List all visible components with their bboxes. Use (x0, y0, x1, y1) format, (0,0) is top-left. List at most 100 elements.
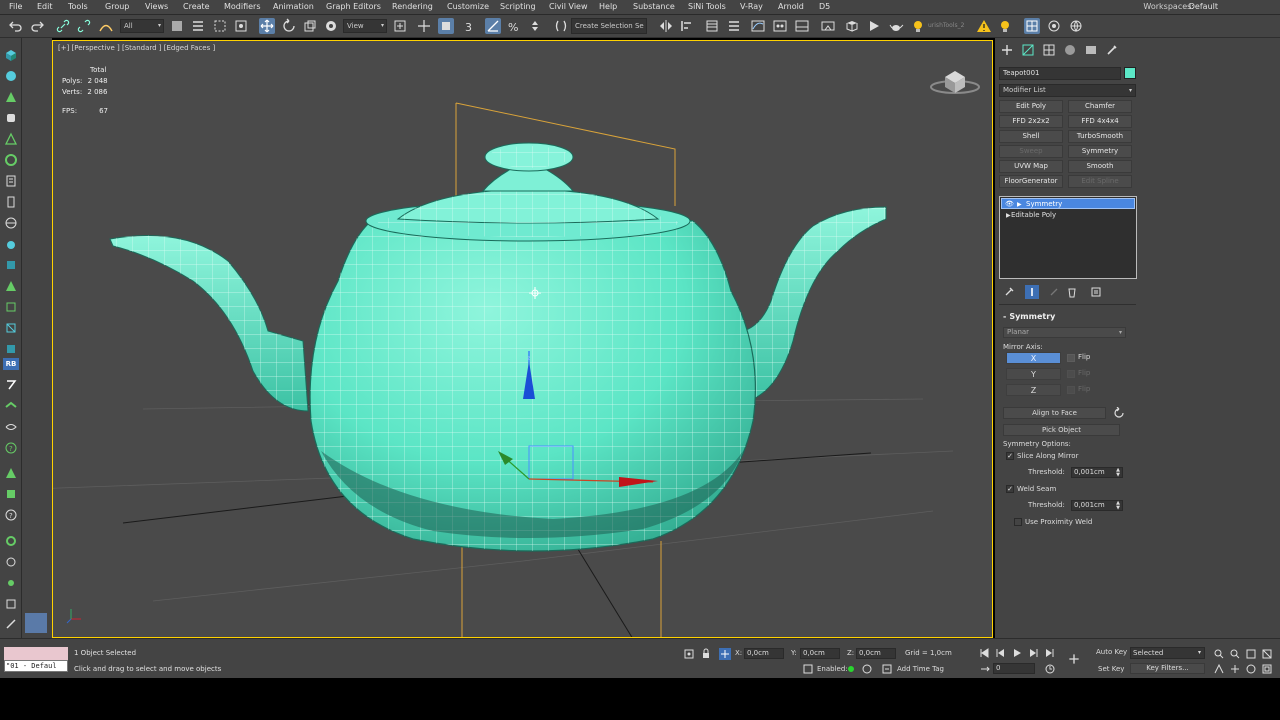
stack-item-symmetry[interactable]: 👁 ▶ Symmetry (1001, 198, 1135, 209)
axis-y-button[interactable]: Y (1006, 368, 1061, 380)
refresh-icon[interactable] (1113, 406, 1125, 419)
set-key-plus-icon[interactable] (1068, 653, 1086, 671)
remove-modifier-icon[interactable] (1065, 285, 1079, 299)
key-selection-dropdown[interactable]: Selected ▾ (1130, 647, 1205, 659)
z-coordinate-field[interactable]: 0,0cm (856, 648, 896, 659)
pivot-center-icon[interactable] (392, 18, 408, 34)
create-sphere-icon[interactable] (4, 69, 18, 83)
selection-filter-dropdown[interactable]: All ▾ (120, 19, 164, 33)
zoom-all-icon[interactable] (1229, 648, 1241, 660)
angle-snap-icon[interactable] (485, 18, 501, 34)
bulb-small-icon[interactable] (997, 18, 1013, 34)
create-hedra-icon[interactable] (4, 279, 18, 293)
threshold-spinner-1[interactable]: 0,001cm ▲ ▼ (1071, 467, 1123, 478)
enabled-indicator[interactable] (848, 666, 854, 672)
rollout-title[interactable]: - Symmetry (1003, 312, 1055, 321)
maximize-viewport-icon[interactable] (1261, 663, 1273, 675)
menu-create[interactable]: Create (183, 2, 210, 11)
perspective-viewport[interactable]: z [+] [Perspective ] [Standard ] [Edged … (52, 40, 993, 638)
auto-key-button[interactable]: Auto Key (1096, 648, 1127, 656)
make-unique-icon[interactable] (1047, 285, 1061, 299)
select-and-rotate-icon[interactable] (281, 18, 297, 34)
play-icon[interactable] (1011, 647, 1023, 659)
motion-icon[interactable] (4, 617, 18, 631)
key-filters-button[interactable]: Key Filters... (1130, 663, 1205, 674)
modifier-uvw-map-button[interactable]: UVW Map (999, 160, 1063, 173)
absolute-mode-icon[interactable] (719, 648, 731, 660)
expand-triangle-icon[interactable]: ▶ (1006, 210, 1011, 221)
mirror-icon[interactable] (658, 18, 674, 34)
axis-x-button[interactable]: X (1006, 352, 1061, 364)
create-helper-icon[interactable] (4, 399, 18, 413)
symmetry-mode-dropdown[interactable]: Planar ▾ (1003, 327, 1126, 338)
spinner-snap-icon[interactable] (527, 18, 543, 34)
menu-tools[interactable]: Tools (68, 2, 88, 11)
zoom-extents-icon[interactable] (1245, 648, 1257, 660)
modify-icon[interactable] (4, 555, 18, 569)
object-color-swatch[interactable] (1124, 67, 1136, 79)
reference-coord-dropdown[interactable]: View ▾ (343, 19, 387, 33)
modifier-edit-poly-button[interactable]: Edit Poly (999, 100, 1063, 113)
zoom-icon[interactable] (1213, 648, 1225, 660)
create-torus-icon[interactable] (4, 153, 18, 167)
warning-icon[interactable] (976, 18, 992, 34)
menu-customize[interactable]: Customize (447, 2, 489, 11)
scene-explorer-icon[interactable] (704, 18, 720, 34)
create-box-icon[interactable] (4, 48, 18, 62)
bind-space-warp-icon[interactable] (98, 18, 114, 34)
teapot-scene[interactable]: z (53, 41, 993, 638)
maxscript-listener-input[interactable]: "01 - Defaul (4, 660, 68, 672)
y-coordinate-field[interactable]: 0,0cm (800, 648, 840, 659)
time-tag-icon[interactable] (861, 663, 873, 675)
previous-frame-icon[interactable] (995, 647, 1007, 659)
light-bulb-icon[interactable] (910, 18, 926, 34)
systems-icon[interactable] (4, 466, 18, 480)
menu-rendering[interactable]: Rendering (392, 2, 433, 11)
render-production-icon[interactable] (866, 18, 882, 34)
keyboard-shortcut-override-icon[interactable] (438, 18, 454, 34)
create-pyramid-icon[interactable] (4, 132, 18, 146)
undo-icon[interactable] (8, 18, 24, 34)
viewport-nav-icon[interactable] (25, 613, 47, 633)
flip-x-checkbox[interactable] (1067, 354, 1075, 362)
x-coordinate-field[interactable]: 0,0cm (744, 648, 784, 659)
create-lights-icon[interactable] (4, 378, 18, 392)
menu-group[interactable]: Group (105, 2, 129, 11)
flip-y-checkbox[interactable] (1067, 370, 1075, 378)
select-and-scale-icon[interactable] (302, 18, 318, 34)
menu-help[interactable]: Help (599, 2, 617, 11)
menu-vray[interactable]: V-Ray (740, 2, 763, 11)
configure-sets-icon[interactable] (1089, 285, 1103, 299)
next-frame-icon[interactable] (1027, 647, 1039, 659)
orbit-icon[interactable] (1245, 663, 1257, 675)
go-to-start-icon[interactable] (978, 647, 990, 659)
set-key-button[interactable]: Set Key (1098, 665, 1124, 673)
snaps-toggle-icon[interactable]: 3 (462, 18, 478, 34)
pan-view-icon[interactable] (1229, 663, 1241, 675)
menu-edit[interactable]: Edit (37, 2, 53, 11)
viewport-label-menu[interactable]: [+] [Perspective ] [Standard ] [Edged Fa… (58, 44, 215, 52)
menu-civil-view[interactable]: Civil View (549, 2, 588, 11)
select-and-move-icon[interactable] (259, 18, 275, 34)
menu-file[interactable]: File (9, 2, 22, 11)
stack-item-editable-poly[interactable]: ▶ Editable Poly (1001, 210, 1135, 221)
modify-tab-icon[interactable] (1021, 43, 1035, 57)
modifier-shell-button[interactable]: Shell (999, 130, 1063, 143)
create-teapot-icon[interactable] (4, 237, 18, 251)
modifier-ffd4-button[interactable]: FFD 4x4x4 (1068, 115, 1132, 128)
viewport-layout-icon[interactable] (1024, 18, 1040, 34)
utilities-icon[interactable] (4, 487, 18, 501)
zoom-extents-all-icon[interactable] (1261, 648, 1273, 660)
menu-sini-tools[interactable]: SiNi Tools (688, 2, 726, 11)
create-geosphere-icon[interactable] (4, 216, 18, 230)
edit-named-selection-icon[interactable] (553, 18, 569, 34)
rb-button[interactable]: RB (3, 358, 19, 370)
menu-scripting[interactable]: Scripting (500, 2, 536, 11)
modifier-chamfer-button[interactable]: Chamfer (1068, 100, 1132, 113)
current-frame-field[interactable]: 0 (993, 663, 1035, 674)
use-proximity-weld-checkbox[interactable] (1014, 518, 1022, 526)
window-crossing-icon[interactable] (233, 18, 249, 34)
workspaces-dropdown[interactable]: Default (1189, 2, 1218, 11)
pick-object-button[interactable]: Pick Object (1003, 424, 1120, 436)
info-icon[interactable]: ? (4, 508, 18, 522)
